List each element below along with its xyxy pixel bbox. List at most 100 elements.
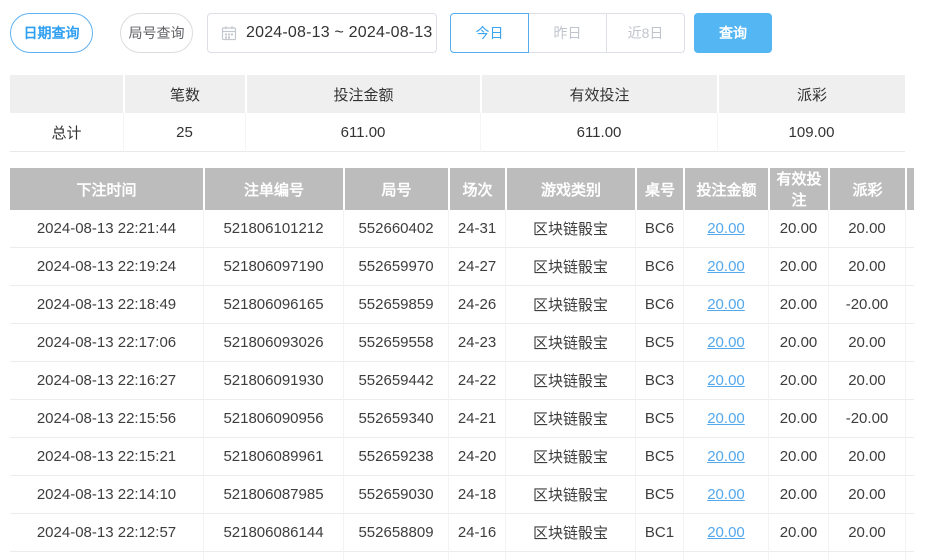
bet-id-cell: 521806093026 bbox=[203, 324, 343, 362]
bet-amount-link[interactable]: 20.00 bbox=[707, 524, 745, 541]
bet-amount-link[interactable]: 20.00 bbox=[707, 296, 745, 313]
valid-bet-cell: 20.00 bbox=[768, 514, 828, 552]
bet-id-cell: 521806090956 bbox=[203, 400, 343, 438]
bet-amount-link[interactable]: 20.00 bbox=[707, 448, 745, 465]
bet-amount-cell: 20.00 bbox=[683, 362, 768, 400]
filler-cell bbox=[905, 476, 914, 514]
valid-bet-cell: 20.00 bbox=[768, 362, 828, 400]
summary-payout-value: 109.00 bbox=[717, 113, 905, 152]
valid-bet-cell: 20.00 bbox=[768, 476, 828, 514]
payout-cell: 20.00 bbox=[828, 438, 905, 476]
summary-header-blank bbox=[10, 75, 123, 113]
table-no-cell: BC5 bbox=[635, 476, 683, 514]
search-button[interactable]: 查询 bbox=[694, 13, 772, 53]
bet-amount-link[interactable]: 20.00 bbox=[707, 334, 745, 351]
round-id-cell bbox=[343, 552, 448, 560]
summary-total-row: 总计 25 611.00 611.00 109.00 bbox=[10, 113, 905, 152]
header-valid-bet: 有效投注 bbox=[768, 168, 828, 210]
table-row: 2024-08-13 22:18:49 521806096165 552659859… bbox=[10, 286, 914, 324]
table-row: 2024-08-13 22:14:10 521806087985 552659030… bbox=[10, 476, 914, 514]
filler-cell bbox=[905, 362, 914, 400]
table-row: 区块链骰宝 bbox=[10, 552, 914, 560]
summary-valid-bet-value: 611.00 bbox=[480, 113, 717, 152]
game-type-cell: 区块链骰宝 bbox=[505, 324, 635, 362]
toolbar: 日期查询 局号查询 2024-08-13 ~ 2024-08-13 今日 昨日 … bbox=[10, 13, 772, 53]
payout-cell bbox=[828, 552, 905, 560]
bet-id-cell: 521806091930 bbox=[203, 362, 343, 400]
summary-bet-amount-value: 611.00 bbox=[245, 113, 480, 152]
bet-time-cell: 2024-08-13 22:16:27 bbox=[10, 362, 203, 400]
table-no-cell bbox=[635, 552, 683, 560]
session-cell: 24-23 bbox=[448, 324, 505, 362]
valid-bet-cell: 20.00 bbox=[768, 400, 828, 438]
bet-amount-link[interactable]: 20.00 bbox=[707, 410, 745, 427]
bet-amount-link[interactable]: 20.00 bbox=[707, 486, 745, 503]
header-bet-time: 下注时间 bbox=[10, 168, 203, 210]
header-bet-amount: 投注金额 bbox=[683, 168, 768, 210]
round-query-tab[interactable]: 局号查询 bbox=[120, 13, 193, 53]
bet-amount-cell: 20.00 bbox=[683, 248, 768, 286]
game-type-cell: 区块链骰宝 bbox=[505, 286, 635, 324]
valid-bet-cell: 20.00 bbox=[768, 324, 828, 362]
date-query-tab[interactable]: 日期查询 bbox=[10, 13, 93, 53]
session-cell: 24-27 bbox=[448, 248, 505, 286]
table-no-cell: BC5 bbox=[635, 438, 683, 476]
summary-header-bet-amount: 投注金额 bbox=[245, 75, 480, 113]
table-no-cell: BC6 bbox=[635, 248, 683, 286]
filler-cell bbox=[905, 324, 914, 362]
bet-amount-link[interactable]: 20.00 bbox=[707, 220, 745, 237]
valid-bet-cell: 20.00 bbox=[768, 438, 828, 476]
session-cell: 24-22 bbox=[448, 362, 505, 400]
payout-cell: 20.00 bbox=[828, 514, 905, 552]
table-row: 2024-08-13 22:21:44 521806101212 552660402… bbox=[10, 210, 914, 248]
table-row: 2024-08-13 22:19:24 521806097190 552659970… bbox=[10, 248, 914, 286]
round-id-cell: 552660402 bbox=[343, 210, 448, 248]
game-type-cell: 区块链骰宝 bbox=[505, 438, 635, 476]
bet-time-cell: 2024-08-13 22:21:44 bbox=[10, 210, 203, 248]
summary-header-payout: 派彩 bbox=[717, 75, 905, 113]
summary-header-count: 笔数 bbox=[123, 75, 245, 113]
filler-cell bbox=[905, 400, 914, 438]
bet-amount-cell: 20.00 bbox=[683, 400, 768, 438]
filler-cell bbox=[905, 286, 914, 324]
valid-bet-cell bbox=[768, 552, 828, 560]
payout-cell: 20.00 bbox=[828, 210, 905, 248]
date-range-input[interactable]: 2024-08-13 ~ 2024-08-13 bbox=[207, 13, 437, 53]
table-no-cell: BC6 bbox=[635, 286, 683, 324]
bet-time-cell: 2024-08-13 22:15:21 bbox=[10, 438, 203, 476]
table-no-cell: BC6 bbox=[635, 210, 683, 248]
header-bet-id: 注单编号 bbox=[203, 168, 343, 210]
summary-table: 笔数 投注金额 有效投注 派彩 总计 25 611.00 611.00 109.… bbox=[10, 75, 905, 152]
bet-amount-cell: 20.00 bbox=[683, 210, 768, 248]
filler-cell bbox=[905, 514, 914, 552]
today-button[interactable]: 今日 bbox=[450, 13, 529, 53]
game-type-cell: 区块链骰宝 bbox=[505, 552, 635, 560]
round-id-cell: 552659442 bbox=[343, 362, 448, 400]
last8days-button[interactable]: 近8日 bbox=[606, 13, 685, 53]
filler-cell bbox=[905, 552, 914, 560]
yesterday-button[interactable]: 昨日 bbox=[528, 13, 607, 53]
session-cell: 24-31 bbox=[448, 210, 505, 248]
table-no-cell: BC5 bbox=[635, 400, 683, 438]
records-tbody: 2024-08-13 22:21:44 521806101212 552660402… bbox=[10, 210, 914, 560]
bet-amount-link[interactable]: 20.00 bbox=[707, 258, 745, 275]
bet-time-cell: 2024-08-13 22:19:24 bbox=[10, 248, 203, 286]
bet-time-cell: 2024-08-13 22:14:10 bbox=[10, 476, 203, 514]
game-type-cell: 区块链骰宝 bbox=[505, 210, 635, 248]
bet-id-cell: 521806086144 bbox=[203, 514, 343, 552]
valid-bet-cell: 20.00 bbox=[768, 210, 828, 248]
bet-amount-cell: 20.00 bbox=[683, 476, 768, 514]
bet-amount-link[interactable]: 20.00 bbox=[707, 372, 745, 389]
header-game-type: 游戏类别 bbox=[505, 168, 635, 210]
session-cell bbox=[448, 552, 505, 560]
round-id-cell: 552659030 bbox=[343, 476, 448, 514]
filler-cell bbox=[905, 210, 914, 248]
valid-bet-cell: 20.00 bbox=[768, 248, 828, 286]
table-row: 2024-08-13 22:12:57 521806086144 552658809… bbox=[10, 514, 914, 552]
bet-id-cell: 521806101212 bbox=[203, 210, 343, 248]
filler-cell bbox=[905, 248, 914, 286]
table-no-cell: BC5 bbox=[635, 324, 683, 362]
bet-amount-cell: 20.00 bbox=[683, 514, 768, 552]
header-payout: 派彩 bbox=[828, 168, 905, 210]
header-table-no: 桌号 bbox=[635, 168, 683, 210]
